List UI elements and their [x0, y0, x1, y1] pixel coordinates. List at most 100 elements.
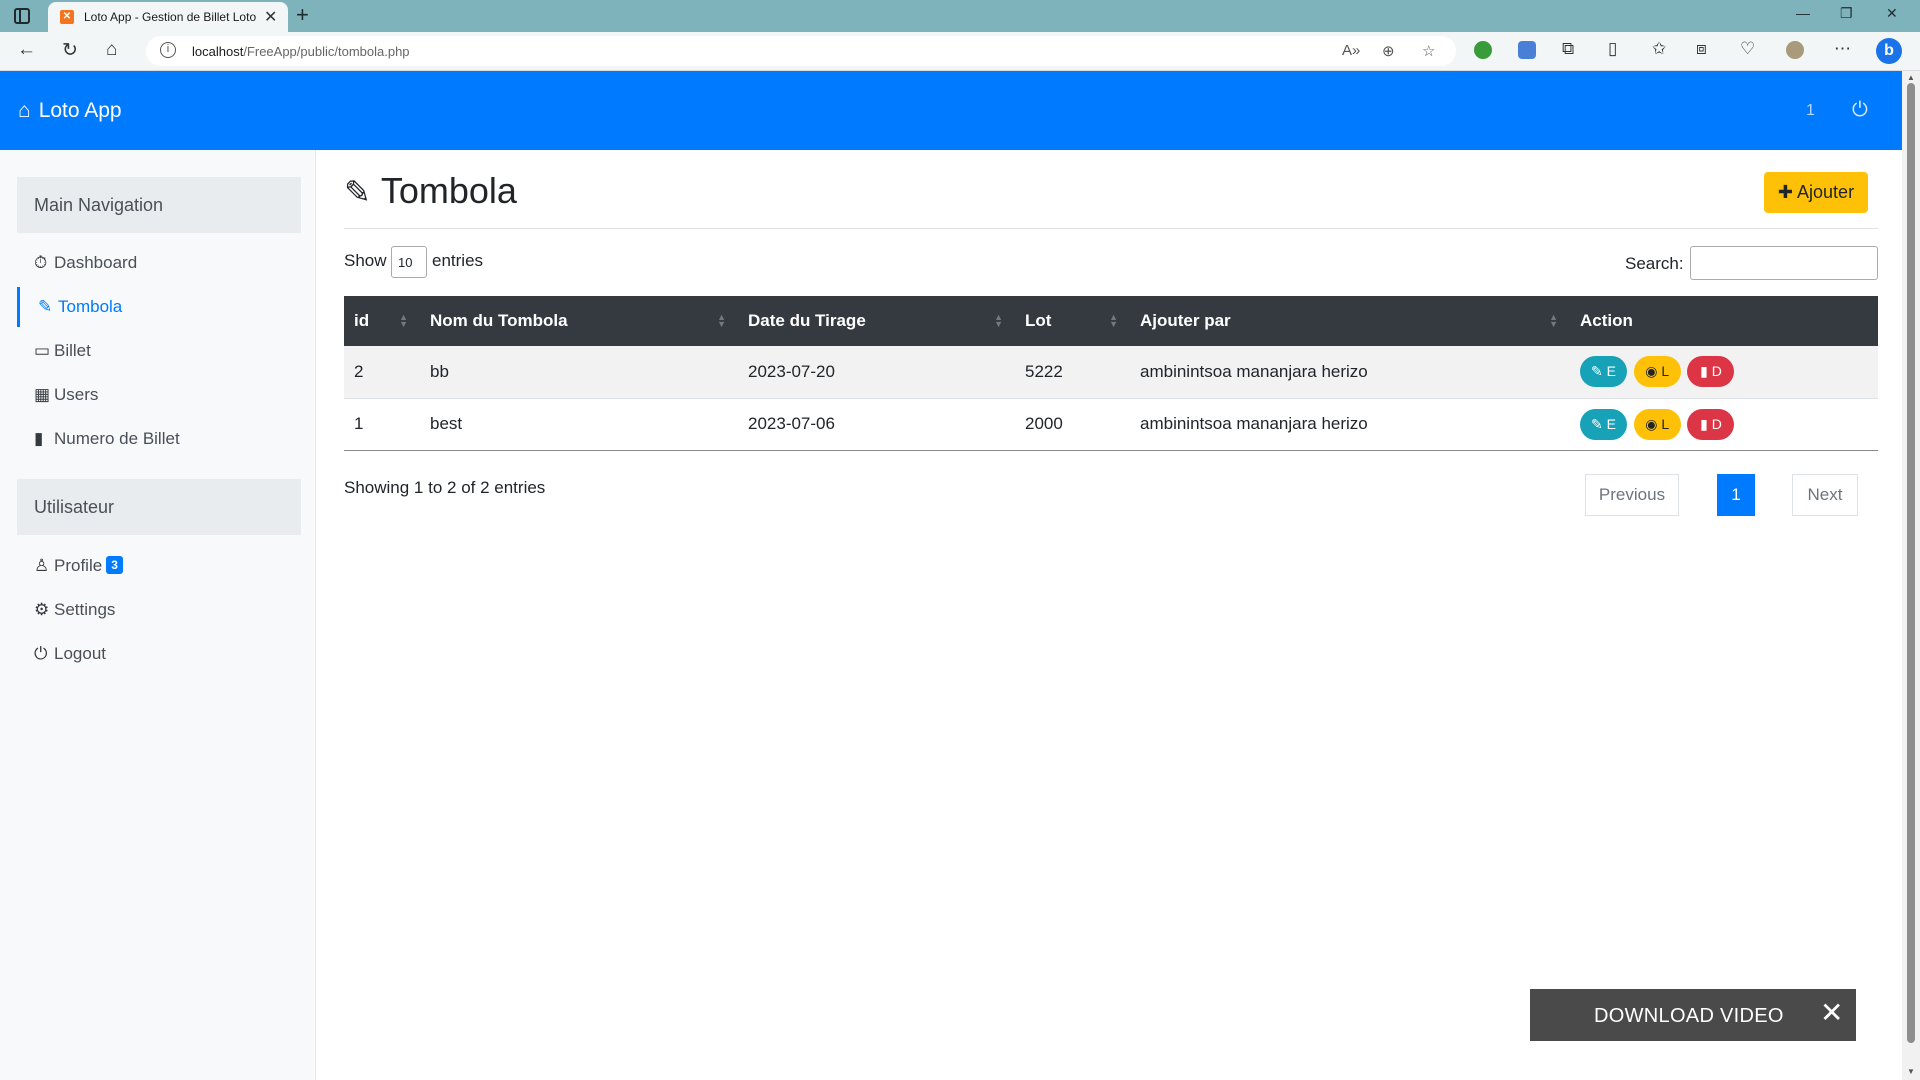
sort-icon: ▲ ▼ [717, 312, 726, 329]
sidebar: Main Navigation ⏱ Dashboard ✎ Tombola ▭ Bil… [0, 150, 316, 1080]
scroll-up-icon[interactable]: ▲ [1907, 73, 1915, 82]
home-icon[interactable]: ⌂ [106, 39, 117, 61]
window-close-icon[interactable]: ✕ [1886, 5, 1898, 22]
read-aloud-icon[interactable]: A» [1342, 42, 1360, 59]
trash-icon: ▮ [1700, 363, 1708, 380]
search-input[interactable] [1690, 246, 1878, 280]
sort-icon: ▲ ▼ [994, 312, 1003, 329]
sidebar-heading-utilisateur: Utilisateur [17, 479, 301, 535]
search-label: Search: [1625, 254, 1684, 273]
pagination-next[interactable]: Next [1792, 474, 1858, 516]
delete-button[interactable]: ▮ D [1687, 408, 1735, 440]
sidebar-item-logout[interactable]: ⏻ Logout [17, 634, 301, 674]
sidebar-item-billet[interactable]: ▭ Billet [17, 331, 301, 371]
tab-actions-icon[interactable] [14, 8, 30, 24]
trash-icon: ▮ [1700, 415, 1708, 432]
scroll-down-icon[interactable]: ▼ [1907, 1067, 1915, 1076]
delete-button[interactable]: ▮ D [1687, 356, 1735, 388]
tab-close-icon[interactable]: ✕ [264, 7, 277, 27]
sidebar-item-label: Logout [54, 644, 106, 663]
sidebar-item-label: Billet [54, 341, 91, 360]
brand-link[interactable]: ⌂ Loto App [18, 99, 122, 123]
tab-title: Loto App - Gestion de Billet Loto [84, 10, 257, 24]
browser-tab[interactable]: ✕ Loto App - Gestion de Billet Loto ✕ [48, 2, 288, 32]
column-header-ajouter-par[interactable]: Ajouter par ▲ ▼ [1130, 296, 1570, 346]
pagination-previous[interactable]: Previous [1585, 474, 1679, 516]
eye-icon: ◉ [1645, 363, 1658, 380]
view-button[interactable]: ◉ L [1633, 356, 1681, 388]
page-title: ✎ Tombola [344, 170, 517, 212]
more-icon[interactable]: ⋯ [1834, 39, 1851, 59]
sidebar-heading-main: Main Navigation [17, 177, 301, 233]
extensions-icon[interactable]: ⧉ [1562, 39, 1574, 59]
tombola-table: id ▲ ▼ Nom du Tombola ▲ ▼ Date du Tirage ▲ ▼ L… [344, 296, 1878, 451]
new-tab-button[interactable]: + [296, 4, 309, 26]
sidebar-item-label: Dashboard [54, 253, 138, 272]
app-navbar: ⌂ Loto App 1 ⏻ [0, 71, 1902, 150]
edit-button[interactable]: ✎ E [1580, 356, 1627, 388]
table-header-row: id ▲ ▼ Nom du Tombola ▲ ▼ Date du Tirage ▲ ▼ L… [344, 296, 1878, 346]
performance-icon[interactable]: ♡ [1740, 39, 1755, 59]
address-bar[interactable]: i localhost/FreeApp/public/tombola.php A… [146, 36, 1456, 66]
view-button[interactable]: ◉ L [1633, 408, 1681, 440]
column-header-nom[interactable]: Nom du Tombola ▲ ▼ [420, 296, 738, 346]
page-length-select[interactable]: 10 [391, 246, 427, 278]
table-info: Showing 1 to 2 of 2 entries [344, 478, 546, 497]
sidebar-item-dashboard[interactable]: ⏱ Dashboard [17, 243, 301, 283]
sidebar-item-label: Numero de Billet [54, 429, 180, 448]
back-icon[interactable]: ← [17, 39, 36, 61]
edit-button[interactable]: ✎ E [1580, 408, 1627, 440]
add-button[interactable]: ✚ Ajouter [1764, 172, 1868, 213]
notification-count[interactable]: 1 [1806, 102, 1815, 120]
desktop-icon: ▭ [34, 341, 51, 360]
xampp-favicon-icon: ✕ [60, 10, 74, 24]
scrollbar-thumb[interactable] [1907, 83, 1915, 1043]
home-icon: ⌂ [18, 99, 31, 122]
power-icon[interactable]: ⏻ [1852, 99, 1868, 122]
site-info-icon[interactable]: i [160, 42, 176, 58]
download-video-banner[interactable]: DOWNLOAD VIDEO ✕ [1530, 989, 1856, 1041]
zoom-icon[interactable]: ⊕ [1382, 42, 1395, 60]
cell-date: 2023-07-06 [748, 414, 835, 433]
power-icon: ⏻ [34, 644, 48, 663]
collections-icon[interactable]: ⧈ [1696, 39, 1707, 59]
cell-lot: 2000 [1025, 414, 1063, 433]
vertical-scrollbar[interactable]: ▲ ▼ [1902, 71, 1920, 1080]
entries-label: entries [432, 251, 484, 270]
sidebar-item-label: Profile [54, 556, 103, 575]
close-icon[interactable]: ✕ [1820, 999, 1843, 1027]
favorite-star-icon[interactable]: ☆ [1422, 42, 1435, 60]
cell-id: 1 [354, 414, 364, 433]
sidebar-item-profile[interactable]: ♙ Profile 3 [17, 546, 301, 586]
cell-actions: ✎ E ◉ L ▮ D [1570, 398, 1878, 450]
restore-icon[interactable]: ❐ [1840, 5, 1853, 22]
column-header-id[interactable]: id ▲ ▼ [344, 296, 420, 346]
sort-icon: ▲ ▼ [399, 312, 408, 329]
gear-icon: ⚙ [34, 600, 50, 619]
url-text[interactable]: localhost/FreeApp/public/tombola.php [192, 44, 410, 59]
split-screen-icon[interactable]: ▯ [1608, 39, 1617, 59]
sidebar-item-label: Tombola [58, 297, 123, 316]
column-header-date[interactable]: Date du Tirage ▲ ▼ [738, 296, 1015, 346]
sidebar-item-numero-de-billet[interactable]: ▮ Numero de Billet [17, 419, 301, 459]
cell-lot: 5222 [1025, 361, 1063, 381]
sidebar-item-users[interactable]: ▦ Users [17, 375, 301, 415]
sidebar-item-tombola[interactable]: ✎ Tombola [17, 287, 301, 327]
pagination-page-1[interactable]: 1 [1717, 474, 1755, 516]
extension-globe-icon[interactable] [1474, 41, 1492, 59]
cell-nom: best [430, 414, 463, 433]
page-length-value: 10 [398, 255, 413, 270]
profile-avatar[interactable] [1786, 41, 1804, 59]
page-title-text: Tombola [380, 170, 517, 211]
bing-copilot-icon[interactable]: b [1876, 38, 1902, 64]
minimize-icon[interactable]: — [1796, 5, 1810, 21]
cell-id: 2 [354, 361, 364, 381]
plus-icon: ✚ [1777, 182, 1794, 202]
sidebar-item-settings[interactable]: ⚙ Settings [17, 590, 301, 630]
sort-icon: ▲ ▼ [1109, 312, 1118, 329]
column-header-lot[interactable]: Lot ▲ ▼ [1015, 296, 1130, 346]
refresh-icon[interactable]: ↻ [62, 39, 78, 62]
favorites-icon[interactable]: ✩ [1652, 39, 1666, 59]
browser-tab-bar: ✕ Loto App - Gestion de Billet Loto ✕ + … [0, 0, 1920, 32]
translate-icon[interactable] [1518, 41, 1536, 59]
